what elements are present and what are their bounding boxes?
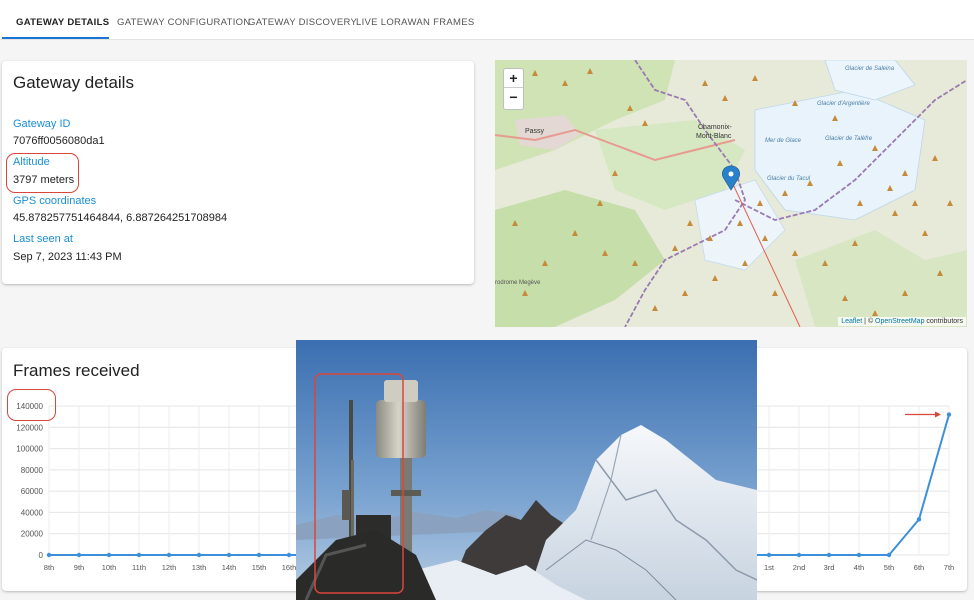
map-tiles: Passy Chamonix- Mont-Blanc Glacier d'Arg… xyxy=(495,60,967,327)
tab-gateway-configuration[interactable]: GATEWAY CONFIGURATION xyxy=(117,0,251,40)
map-label-argentiere: Glacier d'Argentière xyxy=(817,101,871,107)
tab-live-lorawan-frames[interactable]: LIVE LORAWAN FRAMES xyxy=(356,0,475,40)
map-label-mer-de-glace: Mer de Glace xyxy=(765,138,802,144)
map-label-chamonix-1: Chamonix- xyxy=(698,124,733,131)
map-label-aerodrome: rodrome Megève xyxy=(495,280,541,286)
tab-gateway-discovery[interactable]: GATEWAY DISCOVERY xyxy=(248,0,357,40)
gps-value: 45.878257751464844, 6.887264251708984 xyxy=(13,212,228,224)
osm-link[interactable]: OpenStreetMap xyxy=(875,318,924,325)
map-label-passy: Passy xyxy=(525,128,545,135)
gateway-photo xyxy=(296,340,757,600)
map-attribution: Leaflet | © OpenStreetMap contributors xyxy=(838,317,966,326)
active-tab-indicator xyxy=(2,37,109,39)
map-label-saleina: Glacier de Saleina xyxy=(845,66,895,72)
gateway-id-value: 7076ff0056080da1 xyxy=(13,135,105,147)
zoom-control: + − xyxy=(503,68,524,110)
last-seen-label: Last seen at xyxy=(13,233,73,245)
gps-label: GPS coordinates xyxy=(13,195,97,207)
y-max-highlight xyxy=(7,389,56,421)
zoom-out-button[interactable]: − xyxy=(504,88,523,107)
gateway-photo-image xyxy=(296,340,757,600)
map[interactable]: Passy Chamonix- Mont-Blanc Glacier d'Arg… xyxy=(495,60,967,327)
map-label-talefre: Glacier de Talèfre xyxy=(825,136,873,142)
zoom-in-button[interactable]: + xyxy=(504,69,523,88)
leaflet-link[interactable]: Leaflet xyxy=(841,318,862,325)
attribution-rest: contributors xyxy=(924,318,963,325)
map-label-chamonix-2: Mont-Blanc xyxy=(696,133,732,140)
tab-bar: GATEWAY DETAILS GATEWAY CONFIGURATION GA… xyxy=(0,0,974,40)
frames-title: Frames received xyxy=(13,361,140,380)
gateway-id-label: Gateway ID xyxy=(13,118,71,130)
map-label-tacul: Glacier du Tacul xyxy=(767,176,811,182)
altitude-highlight xyxy=(6,153,79,193)
attribution-sep: | © xyxy=(862,318,876,325)
tab-gateway-details[interactable]: GATEWAY DETAILS xyxy=(16,0,109,40)
card-title: Gateway details xyxy=(13,73,134,92)
last-seen-value: Sep 7, 2023 11:43 PM xyxy=(13,251,122,263)
